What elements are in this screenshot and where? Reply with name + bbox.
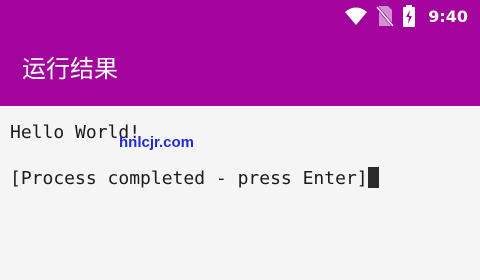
- terminal-line-prompt: [Process completed - press Enter]: [10, 167, 379, 189]
- wifi-icon: [344, 6, 368, 26]
- terminal-line-text: [Process completed - press Enter]: [10, 168, 368, 189]
- status-time: 9:40: [428, 6, 468, 26]
- watermark: hnlcjr.com: [119, 134, 195, 151]
- terminal-output[interactable]: Hello World! [Process completed - press …: [0, 106, 480, 280]
- page-title: 运行结果: [22, 55, 118, 83]
- no-sim-icon: [376, 5, 395, 27]
- text-cursor: [367, 167, 379, 188]
- battery-charging-icon: [402, 5, 416, 27]
- app-bar: 9:40 运行结果: [0, 0, 480, 106]
- status-bar: 9:40: [0, 0, 480, 32]
